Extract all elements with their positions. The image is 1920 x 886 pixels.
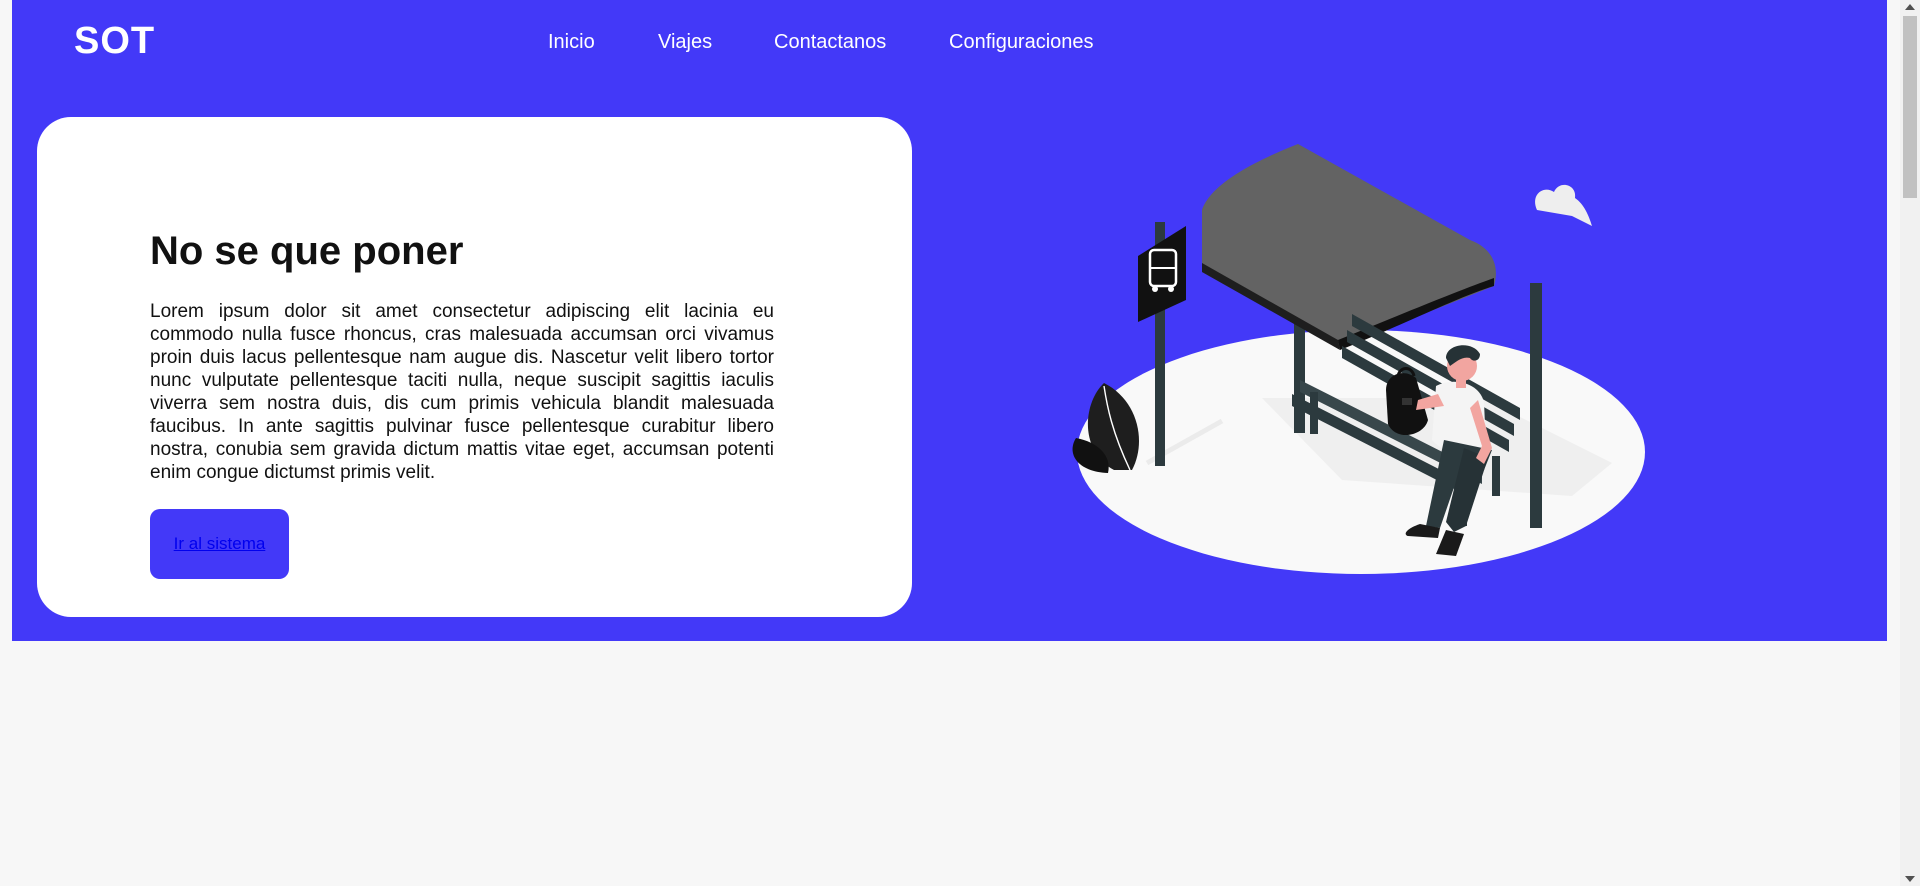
hero-card: No se que poner Lorem ipsum dolor sit am… [37,117,912,617]
bus-stop-illustration [1072,144,1645,574]
logo[interactable]: SOT [74,20,155,63]
hero-title: No se que poner [150,229,464,273]
go-to-system-button[interactable]: Ir al sistema [150,509,289,579]
top-nav: SOT Inicio Viajes Contactanos Configurac… [12,0,1887,86]
scroll-thumb[interactable] [1903,16,1917,198]
hero-description: Lorem ipsum dolor sit amet consectetur a… [150,301,774,483]
nav-link-viajes[interactable]: Viajes [658,31,712,54]
nav-link-contactanos[interactable]: Contactanos [774,31,886,54]
shelter-roof [1202,144,1496,348]
scroll-up-icon[interactable] [1905,4,1915,10]
page: SOT Inicio Viajes Contactanos Configurac… [0,0,1920,886]
cloud-icon [1535,184,1592,226]
scroll-down-icon[interactable] [1905,876,1915,882]
nav-link-inicio[interactable]: Inicio [548,31,595,54]
hero-section: SOT Inicio Viajes Contactanos Configurac… [12,0,1887,641]
vertical-scrollbar[interactable] [1900,0,1920,886]
nav-link-configuraciones[interactable]: Configuraciones [949,31,1094,54]
